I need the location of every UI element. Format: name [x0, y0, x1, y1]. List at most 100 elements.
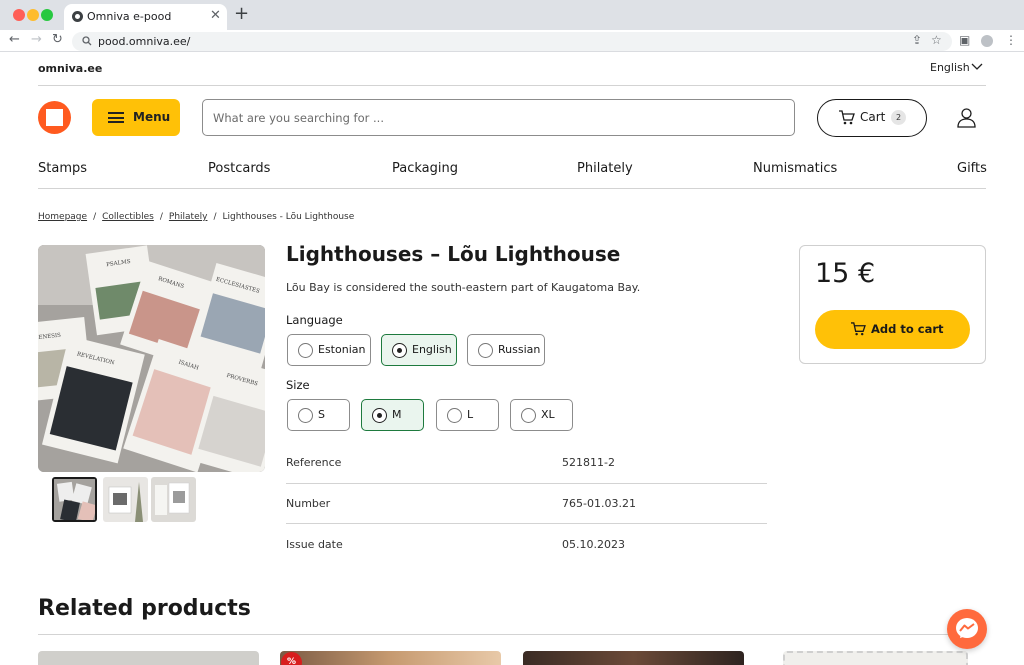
breadcrumb-current: Lighthouses - Lõu Lighthouse: [222, 212, 355, 222]
cart-count-badge: 2: [891, 110, 906, 125]
option-label: Russian: [498, 343, 541, 356]
language-option-english[interactable]: English: [381, 334, 457, 366]
radio-icon: [447, 408, 462, 423]
omniva-logo[interactable]: [38, 101, 71, 134]
related-product-card[interactable]: [38, 651, 259, 665]
favicon-icon: [72, 11, 83, 22]
option-label: Estonian: [318, 343, 366, 356]
thumbnail-1[interactable]: [52, 477, 97, 522]
bookmark-star-icon[interactable]: ☆: [931, 33, 942, 47]
back-icon[interactable]: ←: [9, 32, 20, 47]
option-label: S: [318, 408, 325, 421]
kebab-menu-icon[interactable]: ⋮: [1005, 33, 1017, 47]
tab-title: Omniva e-pood: [87, 10, 172, 23]
radio-icon: [298, 408, 313, 423]
window-zoom-dot[interactable]: [41, 9, 53, 21]
option-label: M: [392, 408, 402, 421]
product-main-image[interactable]: PSALMS ROMANS ECCLESIASTES GENESIS REVEL…: [38, 245, 265, 472]
radio-icon: [478, 343, 493, 358]
radio-icon: [521, 408, 536, 423]
divider: [38, 634, 986, 635]
messenger-icon: [956, 618, 978, 638]
window-close-dot[interactable]: [13, 9, 25, 21]
radio-icon: [298, 343, 313, 358]
category-gifts[interactable]: Gifts: [957, 161, 987, 176]
omnibox[interactable]: pood.omniva.ee/: [72, 32, 952, 51]
size-option-l[interactable]: L: [436, 399, 499, 431]
window-minimize-dot[interactable]: [27, 9, 39, 21]
divider: [38, 188, 986, 189]
menu-button[interactable]: Menu: [92, 99, 180, 136]
size-option-xl[interactable]: XL: [510, 399, 573, 431]
size-option-m[interactable]: M: [361, 399, 424, 431]
spec-reference-label: Reference: [286, 456, 342, 469]
product-photo: PSALMS ROMANS ECCLESIASTES GENESIS REVEL…: [38, 245, 265, 472]
category-numismatics[interactable]: Numismatics: [753, 161, 837, 176]
share-icon[interactable]: ⇪: [912, 33, 922, 47]
option-label: L: [467, 408, 474, 421]
browser-tab[interactable]: Omniva e-pood ✕: [64, 4, 227, 30]
product-price: 15 €: [815, 258, 876, 289]
divider: [38, 85, 986, 86]
spec-issue-date-label: Issue date: [286, 538, 343, 551]
breadcrumb-separator: /: [159, 212, 163, 222]
product-title: Lighthouses – Lõu Lighthouse: [286, 242, 621, 266]
search-input[interactable]: [202, 99, 795, 136]
product-description: Lõu Bay is considered the south-eastern …: [286, 281, 641, 294]
thumbnail-2[interactable]: [103, 477, 148, 522]
add-to-cart-label: Add to cart: [871, 322, 944, 336]
language-label: Language: [286, 313, 343, 327]
menu-icon: [108, 112, 124, 123]
messenger-chat-button[interactable]: [947, 609, 987, 649]
cart-icon: [851, 322, 866, 336]
url-text: pood.omniva.ee/: [98, 35, 191, 48]
category-packaging[interactable]: Packaging: [392, 161, 458, 176]
language-option-russian[interactable]: Russian: [467, 334, 545, 366]
divider: [286, 483, 767, 484]
spec-number-value: 765-01.03.21: [562, 497, 636, 510]
category-postcards[interactable]: Postcards: [208, 161, 270, 176]
option-label: English: [412, 343, 452, 356]
size-label: Size: [286, 378, 310, 392]
breadcrumb-collectibles[interactable]: Collectibles: [102, 212, 154, 222]
cart-label: Cart: [860, 110, 886, 124]
thumbnail-3[interactable]: [151, 477, 196, 522]
radio-selected-icon: [392, 343, 407, 358]
divider: [286, 523, 767, 524]
thumbnail-image: [151, 477, 196, 522]
option-label: XL: [541, 408, 555, 421]
breadcrumb-separator: /: [213, 212, 217, 222]
size-option-s[interactable]: S: [287, 399, 350, 431]
related-products-heading: Related products: [38, 596, 251, 621]
thumbnail-image: [54, 479, 95, 520]
omniva-site-link[interactable]: omniva.ee: [38, 62, 102, 75]
language-option-estonian[interactable]: Estonian: [287, 334, 371, 366]
forward-icon[interactable]: →: [31, 32, 42, 47]
spec-number-label: Number: [286, 497, 331, 510]
spec-reference-value: 521811-2: [562, 456, 615, 469]
add-to-cart-button[interactable]: Add to cart: [815, 310, 970, 349]
profile-avatar[interactable]: [981, 35, 993, 47]
related-product-card[interactable]: [783, 651, 968, 665]
sidepanel-icon[interactable]: ▣: [959, 33, 970, 47]
cart-button[interactable]: Cart 2: [817, 99, 927, 137]
tab-close-icon[interactable]: ✕: [210, 8, 221, 23]
spec-issue-date-value: 05.10.2023: [562, 538, 625, 551]
category-stamps[interactable]: Stamps: [38, 161, 87, 176]
breadcrumb-philately[interactable]: Philately: [169, 212, 208, 222]
breadcrumb-separator: /: [93, 212, 97, 222]
reload-icon[interactable]: ↻: [52, 32, 63, 47]
search-icon: [82, 36, 92, 46]
breadcrumb-homepage[interactable]: Homepage: [38, 212, 87, 222]
radio-selected-icon: [372, 408, 387, 423]
user-icon[interactable]: [956, 107, 977, 128]
new-tab-icon[interactable]: +: [234, 5, 249, 23]
related-product-card[interactable]: [280, 651, 501, 665]
browser-tab-bar: Omniva e-pood ✕ +: [0, 0, 1024, 30]
language-switcher[interactable]: English: [930, 61, 970, 74]
category-philately[interactable]: Philately: [577, 161, 633, 176]
menu-label: Menu: [133, 110, 171, 124]
related-product-card[interactable]: [523, 651, 744, 665]
address-bar-row: ← → ↻ pood.omniva.ee/ ⇪ ☆ ▣ ⋮: [0, 30, 1024, 52]
chevron-down-icon[interactable]: [970, 62, 984, 72]
